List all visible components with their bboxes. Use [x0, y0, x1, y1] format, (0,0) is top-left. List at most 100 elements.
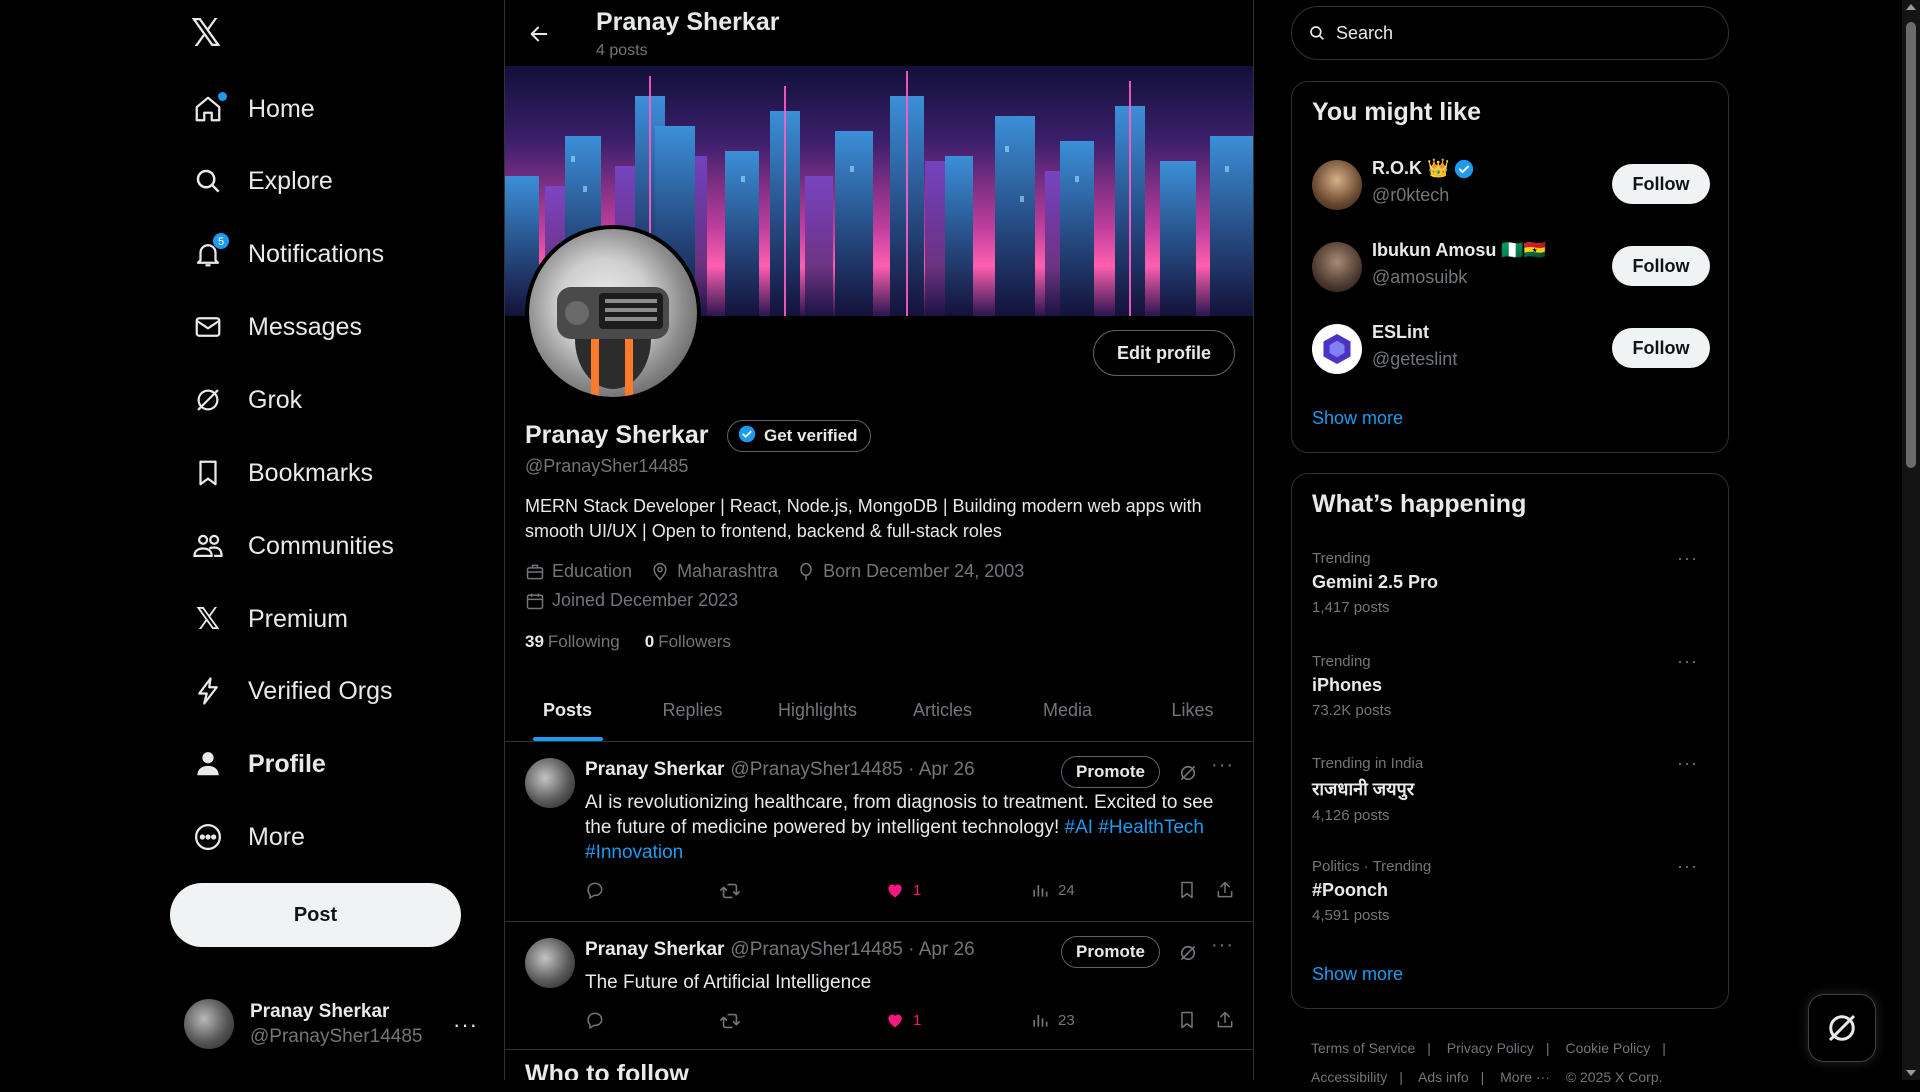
post-item[interactable]: Pranay Sherkar @PranaySher14485 · Apr 26…: [505, 742, 1253, 922]
like-button[interactable]: 1: [885, 1010, 921, 1030]
privacy-link[interactable]: Privacy Policy: [1447, 1040, 1534, 1056]
avatar: [184, 999, 234, 1049]
nav-profile[interactable]: Profile: [180, 735, 338, 793]
views-button[interactable]: 24: [1030, 880, 1075, 900]
more-horizontal-icon[interactable]: ···: [1677, 753, 1698, 774]
back-arrow-icon[interactable]: [521, 16, 557, 52]
scroll-down-arrow-icon[interactable]: [1906, 1070, 1916, 1076]
tab-articles[interactable]: Articles: [880, 680, 1005, 741]
post-handle-date: @PranaySher14485 · Apr 26: [730, 759, 975, 780]
terms-link[interactable]: Terms of Service: [1311, 1040, 1415, 1056]
search-input[interactable]: [1336, 22, 1696, 44]
calendar-icon: [526, 593, 544, 609]
more-horizontal-icon[interactable]: ···: [1677, 651, 1698, 672]
more-link[interactable]: More ···: [1500, 1069, 1550, 1085]
nav-communities[interactable]: Communities: [180, 517, 406, 575]
more-horizontal-icon[interactable]: ···: [453, 1012, 478, 1038]
promote-button[interactable]: Promote: [1061, 936, 1160, 968]
nav-home[interactable]: Home: [180, 80, 327, 138]
cookie-link[interactable]: Cookie Policy: [1565, 1040, 1650, 1056]
lightning-icon: [192, 675, 224, 707]
nav-grok[interactable]: Grok: [180, 371, 314, 429]
suggestion-handle: @amosuibk: [1372, 267, 1468, 287]
follow-button[interactable]: Follow: [1612, 164, 1710, 204]
nav-explore[interactable]: Explore: [180, 152, 345, 210]
scroll-up-arrow-icon[interactable]: [1906, 4, 1916, 10]
scrollbar-thumb[interactable]: [1906, 22, 1916, 468]
bookmark-icon: [1181, 1011, 1193, 1029]
show-more-link[interactable]: Show more: [1312, 408, 1403, 429]
trend-item[interactable]: Trending iPhones 73.2K posts ···: [1312, 651, 1710, 733]
tab-likes[interactable]: Likes: [1130, 680, 1253, 741]
more-horizontal-icon[interactable]: ···: [1677, 856, 1698, 877]
tab-posts[interactable]: Posts: [505, 680, 630, 741]
more-horizontal-icon[interactable]: ···: [1211, 934, 1234, 957]
like-button[interactable]: 1: [885, 880, 921, 900]
show-more-link[interactable]: Show more: [1312, 964, 1403, 985]
suggestion-item[interactable]: R.O.K 👑 @r0ktech Follow: [1312, 156, 1710, 216]
whats-happening-title: What’s happening: [1312, 490, 1527, 518]
share-button[interactable]: [1215, 880, 1243, 900]
hashtag[interactable]: #HealthTech: [1098, 817, 1204, 838]
like-count: 1: [913, 881, 922, 899]
reply-button[interactable]: [585, 1010, 613, 1030]
heart-icon: [888, 1014, 902, 1028]
following-link[interactable]: 39 Following: [525, 632, 620, 652]
tab-highlights[interactable]: Highlights: [755, 680, 880, 741]
trend-item[interactable]: Trending Gemini 2.5 Pro 1,417 posts ···: [1312, 548, 1710, 630]
more-horizontal-icon[interactable]: ···: [1677, 548, 1698, 569]
ads-info-link[interactable]: Ads info: [1418, 1069, 1469, 1085]
follow-button[interactable]: Follow: [1612, 328, 1710, 368]
repost-button[interactable]: [719, 880, 749, 902]
post-item[interactable]: Pranay Sherkar @PranaySher14485 · Apr 26…: [505, 922, 1253, 1050]
suggestion-item[interactable]: Ibukun Amosu 🇳🇬🇬🇭 @amosuibk Follow: [1312, 238, 1710, 298]
repost-button[interactable]: [719, 1010, 749, 1032]
post-author-name[interactable]: Pranay Sherkar: [585, 939, 724, 961]
post-button[interactable]: Post: [170, 883, 461, 947]
page-scrollbar[interactable]: [1902, 0, 1920, 1080]
bell-icon: 5: [192, 232, 230, 270]
hashtag[interactable]: #AI: [1065, 817, 1094, 838]
trend-item[interactable]: Trending in India राजधानी जयपुर 4,126 po…: [1312, 753, 1710, 835]
accessibility-link[interactable]: Accessibility: [1311, 1069, 1387, 1085]
tab-media[interactable]: Media: [1005, 680, 1130, 741]
grok-icon[interactable]: [1178, 763, 1198, 788]
post-author-name[interactable]: Pranay Sherkar: [585, 759, 724, 781]
nav-label: Communities: [248, 531, 394, 560]
follow-button[interactable]: Follow: [1612, 246, 1710, 286]
suggestion-item[interactable]: ESLint @geteslint Follow: [1312, 320, 1710, 380]
nav-premium[interactable]: 𝕏 Premium: [180, 590, 360, 648]
grok-floating-button[interactable]: [1808, 994, 1876, 1062]
home-icon: [192, 92, 227, 125]
nav-notifications[interactable]: 5 Notifications: [180, 225, 396, 283]
reply-button[interactable]: [585, 880, 613, 900]
hashtag[interactable]: #Innovation: [585, 842, 683, 863]
account-switcher[interactable]: Pranay Sherkar @PranaySher14485 ···: [184, 994, 484, 1054]
bookmark-icon: [1181, 881, 1193, 899]
edit-profile-button[interactable]: Edit profile: [1093, 330, 1235, 376]
nav-verified-orgs[interactable]: Verified Orgs: [180, 662, 405, 720]
more-horizontal-icon[interactable]: ···: [1211, 754, 1234, 777]
promote-button[interactable]: Promote: [1061, 756, 1160, 788]
nav-label: Grok: [248, 385, 303, 414]
tab-replies[interactable]: Replies: [630, 680, 755, 741]
views-button[interactable]: 23: [1030, 1010, 1075, 1030]
avatar[interactable]: [525, 758, 575, 808]
profile-picture[interactable]: [525, 225, 701, 401]
bookmark-button[interactable]: [1177, 1010, 1205, 1030]
bookmark-button[interactable]: [1177, 880, 1205, 900]
search-box[interactable]: [1291, 6, 1729, 60]
x-logo-icon[interactable]: 𝕏: [186, 14, 226, 54]
followers-link[interactable]: 0 Followers: [645, 632, 731, 652]
nav-bookmarks[interactable]: Bookmarks: [180, 444, 385, 502]
nav-messages[interactable]: Messages: [180, 298, 374, 356]
nav-more[interactable]: More: [180, 808, 317, 866]
share-button[interactable]: [1215, 1010, 1243, 1030]
trend-item[interactable]: Politics · Trending #Poonch 4,591 posts …: [1312, 856, 1710, 938]
post-text: The Future of Artificial Intelligence: [585, 972, 872, 993]
trend-title: Gemini 2.5 Pro: [1312, 572, 1439, 592]
grok-icon[interactable]: [1178, 943, 1198, 968]
separator: |: [1662, 1040, 1666, 1056]
avatar[interactable]: [525, 938, 575, 988]
get-verified-button[interactable]: Get verified: [727, 420, 871, 452]
